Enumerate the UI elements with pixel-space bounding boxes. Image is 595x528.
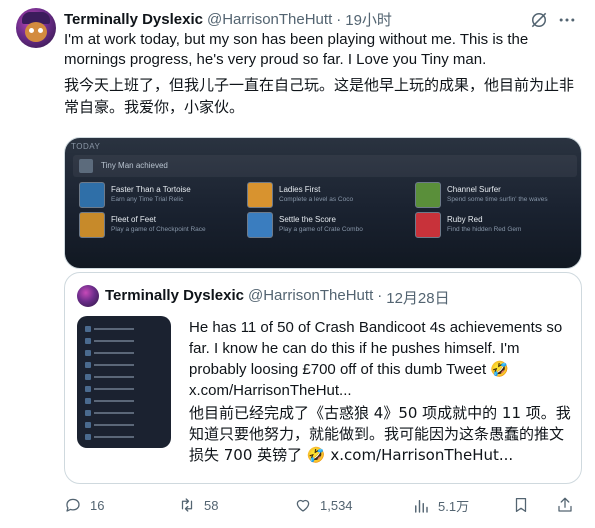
tweet-text-translation: 我今天上班了，但我儿子一直在自己玩。这是他早上玩的成果，他目前为止非常自豪。我爱… bbox=[64, 76, 575, 116]
reply-count: 16 bbox=[90, 497, 105, 513]
retweet-count: 58 bbox=[204, 497, 219, 513]
views-icon bbox=[415, 499, 428, 513]
views-count: 5.1万 bbox=[438, 499, 470, 514]
gem-icon bbox=[415, 212, 441, 238]
quoted-author-handle: @HarrisonTheHutt bbox=[247, 287, 374, 304]
tweet-time[interactable]: 19小时 bbox=[345, 9, 392, 30]
achievement-title: Settle the Score bbox=[279, 215, 336, 224]
quoted-author-avatar bbox=[77, 285, 99, 307]
trophy-icon bbox=[247, 182, 273, 208]
achievement-title: Ladies First bbox=[279, 185, 321, 194]
views-button[interactable]: 5.1万 bbox=[412, 496, 469, 515]
achievement-item: Channel Surfer Spend some time surfin' t… bbox=[415, 182, 580, 210]
achievement-desc: Play a game of Checkpoint Race bbox=[111, 226, 206, 233]
grok-icon[interactable] bbox=[529, 10, 549, 30]
achievement-item: Ruby Red Find the hidden Red Gem bbox=[415, 212, 580, 240]
retweet-button[interactable]: 58 bbox=[178, 496, 218, 514]
quoted-tweet-header: Terminally Dyslexic @HarrisonTheHutt · 1… bbox=[105, 287, 450, 308]
trophy-icon bbox=[415, 182, 441, 208]
tweet-text-english: I'm at work today, but my son has been p… bbox=[64, 31, 529, 68]
achievement-desc: Find the hidden Red Gem bbox=[447, 226, 522, 233]
achievement-item: Ladies First Complete a level as Coco bbox=[247, 182, 412, 210]
author-handle[interactable]: @HarrisonTheHutt bbox=[207, 11, 332, 28]
reply-button[interactable]: 16 bbox=[64, 496, 104, 514]
achievement-user-row: Tiny Man achieved bbox=[73, 155, 577, 177]
quoted-text-translation: 他目前已经完成了《古惑狼 4》50 项成就中的 11 项。我知道只要他努力，就能… bbox=[189, 404, 571, 464]
share-icon[interactable] bbox=[556, 496, 574, 514]
achievement-item: Fleet of Feet Play a game of Checkpoint … bbox=[79, 212, 244, 240]
achievement-title: Ruby Red bbox=[447, 215, 483, 224]
quoted-tweet[interactable]: Terminally Dyslexic @HarrisonTheHutt · 1… bbox=[64, 272, 582, 484]
achievement-item: Faster Than a Tortoise Earn any Time Tri… bbox=[79, 182, 244, 210]
heart-icon bbox=[296, 499, 310, 512]
tweet-header: Terminally Dyslexic @HarrisonTheHutt · 1… bbox=[64, 9, 579, 29]
achievement-desc: Spend some time surfin' the waves bbox=[447, 196, 548, 203]
trophy-icon bbox=[79, 182, 105, 208]
tweet-action-bar: 16 58 1,534 5.1万 bbox=[64, 496, 582, 518]
achievement-desc: Complete a level as Coco bbox=[279, 196, 354, 203]
quoted-author-name: Terminally Dyslexic bbox=[105, 287, 244, 304]
like-button[interactable]: 1,534 bbox=[294, 496, 353, 514]
retweet-icon bbox=[181, 498, 193, 512]
trophy-icon bbox=[79, 212, 105, 238]
like-count: 1,534 bbox=[320, 497, 353, 513]
author-name[interactable]: Terminally Dyslexic bbox=[64, 11, 203, 28]
separator-dot: · bbox=[377, 287, 383, 304]
achievements-section-label: TODAY bbox=[71, 142, 101, 151]
quoted-tweet-date: 12月28日 bbox=[386, 290, 450, 307]
achievement-desc: Earn any Time Trial Relic bbox=[111, 196, 184, 203]
trophy-icon bbox=[247, 212, 273, 238]
achievement-title: Faster Than a Tortoise bbox=[111, 185, 191, 194]
more-options-icon[interactable] bbox=[557, 10, 577, 30]
achievement-item: Settle the Score Play a game of Crate Co… bbox=[247, 212, 412, 240]
separator-dot: · bbox=[336, 10, 342, 28]
achievement-title: Fleet of Feet bbox=[111, 215, 156, 224]
achievement-screenshot-image[interactable]: TODAY Tiny Man achieved Faster Than a To… bbox=[64, 137, 582, 269]
achievement-desc: Play a game of Crate Combo bbox=[279, 226, 363, 233]
player-avatar bbox=[79, 159, 93, 173]
quoted-media-thumbnail bbox=[77, 316, 171, 448]
achievement-title: Channel Surfer bbox=[447, 185, 501, 194]
achievement-user-line: Tiny Man achieved bbox=[101, 161, 168, 170]
author-avatar[interactable] bbox=[16, 8, 56, 48]
bookmark-icon[interactable] bbox=[512, 496, 530, 514]
quoted-text-english: He has 11 of 50 of Crash Bandicoot 4s ac… bbox=[189, 319, 563, 399]
reply-icon bbox=[66, 498, 80, 512]
